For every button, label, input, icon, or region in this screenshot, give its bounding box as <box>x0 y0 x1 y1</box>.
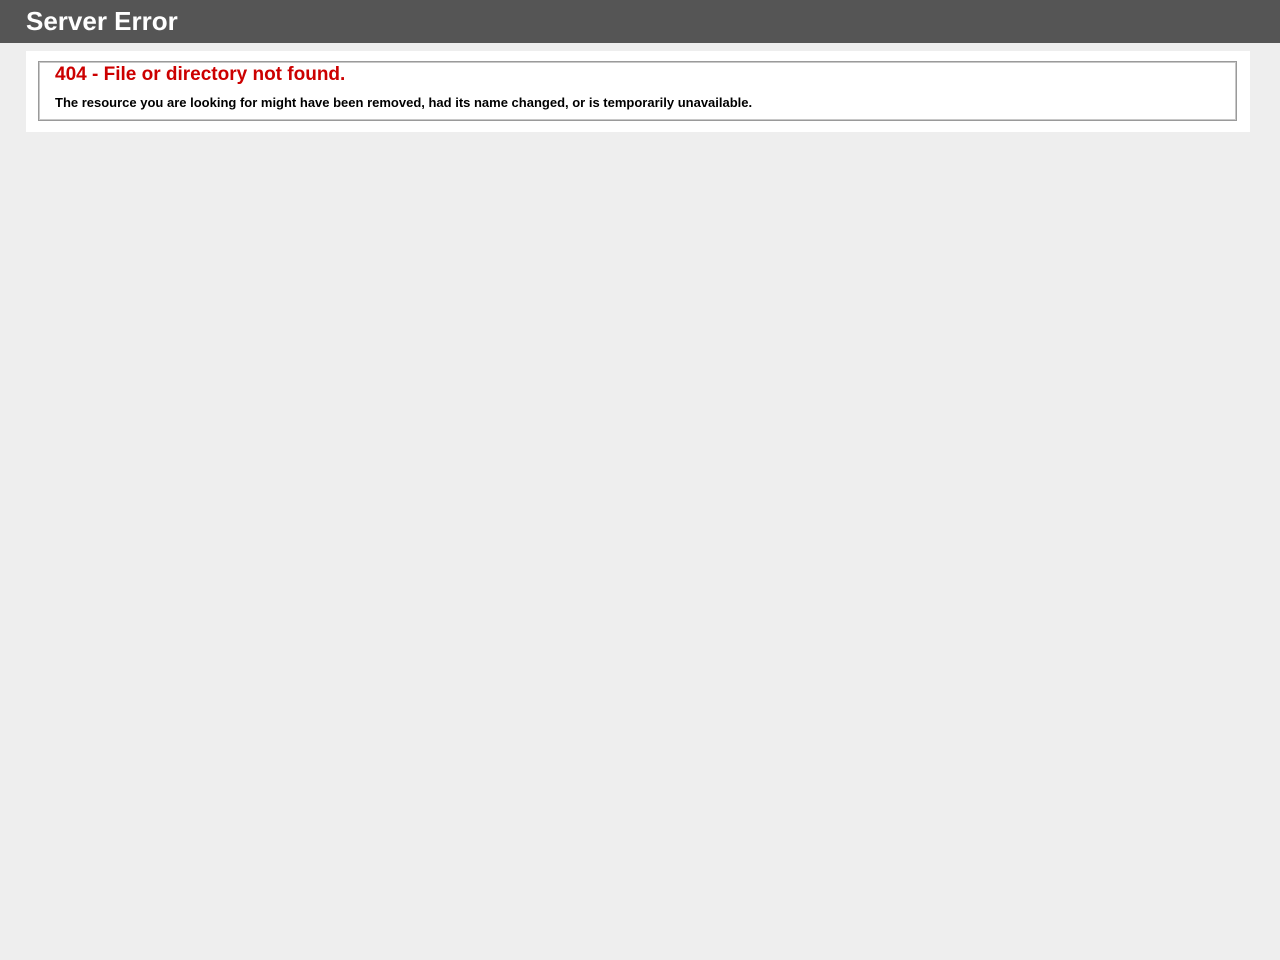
error-message: The resource you are looking for might h… <box>55 95 753 110</box>
page-title: Server Error <box>26 6 178 36</box>
error-box: 404 - File or directory not found. The r… <box>38 61 1237 121</box>
header-bar: Server Error <box>0 0 1280 43</box>
content-panel: 404 - File or directory not found. The r… <box>26 51 1250 132</box>
error-heading: 404 - File or directory not found. <box>55 64 346 85</box>
